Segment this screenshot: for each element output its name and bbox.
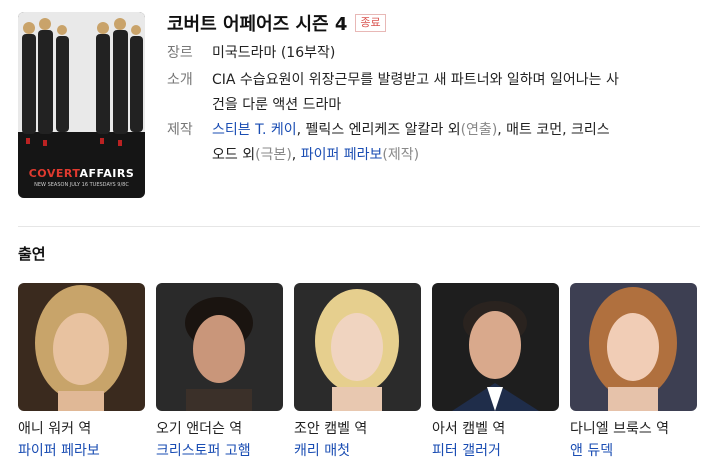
section-divider — [18, 226, 700, 227]
cast-photo — [18, 283, 145, 411]
credits-writers-cont: 오드 외 — [212, 147, 256, 163]
cast-card[interactable]: 다니엘 브룩스 역 앤 듀덱 — [570, 283, 697, 460]
cast-role: 애니 워커 역 — [18, 421, 92, 437]
cast-photo — [294, 283, 421, 411]
cast-card[interactable]: 조안 캠벨 역 캐리 매첫 — [294, 283, 421, 460]
credits-separator: , — [291, 147, 301, 163]
cast-actor-link[interactable]: 파이퍼 페라보 — [18, 440, 145, 460]
cast-section-title: 출연 — [18, 245, 46, 263]
credits-director-others: , 펠릭스 엔리케즈 알칼라 외 — [296, 122, 461, 138]
cast-actor-link[interactable]: 피터 갤러거 — [432, 440, 559, 460]
cast-photo — [432, 283, 559, 411]
cast-card[interactable]: 오기 앤더슨 역 크리스토퍼 고햄 — [156, 283, 283, 460]
credits-row: 제작 스티븐 T. 케이, 펠릭스 엔리케즈 알칼라 외(연출), 매트 코먼,… — [167, 118, 682, 168]
cast-role: 오기 앤더슨 역 — [156, 421, 243, 437]
cast-actor-link[interactable]: 앤 듀덱 — [570, 440, 697, 460]
show-poster[interactable]: COVERTAFFAIRS NEW SEASON JULY 16 TUESDAY… — [18, 12, 145, 198]
genre-label: 장르 — [167, 45, 193, 61]
poster-logo: COVERTAFFAIRS — [28, 167, 135, 180]
cast-photo — [570, 283, 697, 411]
producer-link[interactable]: 파이퍼 페라보 — [301, 147, 383, 163]
genre-row: 장르 미국드라마 (16부작) — [167, 41, 682, 66]
credits-label: 제작 — [167, 122, 193, 138]
credits-writers: , 매트 코먼, 크리스 — [497, 122, 610, 138]
cast-card[interactable]: 애니 워커 역 파이퍼 페라보 — [18, 283, 145, 460]
synopsis-row: 소개 CIA 수습요원이 위장근무를 발령받고 새 파트너와 일하며 일어나는 … — [167, 68, 682, 118]
synopsis-text: CIA 수습요원이 위장근무를 발령받고 새 파트너와 일하며 일어나는 사 건… — [212, 68, 682, 118]
credits-direction-tag: (연출) — [460, 122, 498, 138]
cast-role: 다니엘 브룩스 역 — [570, 421, 670, 437]
show-title[interactable]: 코버트 어페어즈 시즌 4 — [167, 10, 347, 36]
credits-writing-tag: (극본) — [255, 147, 292, 163]
cast-list: 애니 워커 역 파이퍼 페라보 오기 앤더슨 역 크리스토퍼 고햄 조안 캠벨 … — [18, 283, 708, 460]
cast-actor-link[interactable]: 크리스토퍼 고햄 — [156, 440, 283, 460]
synopsis-line-2: 건을 다룬 액션 드라마 — [212, 97, 342, 113]
poster-tagline: NEW SEASON JULY 16 TUESDAYS 9/8C — [34, 182, 129, 188]
cast-photo — [156, 283, 283, 411]
synopsis-line-1: CIA 수습요원이 위장근무를 발령받고 새 파트너와 일하며 일어나는 사 — [212, 72, 619, 88]
genre-value: 미국드라마 (16부작) — [212, 45, 336, 61]
synopsis-label: 소개 — [167, 72, 193, 88]
cast-card[interactable]: 아서 캠벨 역 피터 갤러거 — [432, 283, 559, 460]
status-badge: 종료 — [355, 14, 386, 32]
title-row: 코버트 어페어즈 시즌 4 종료 — [167, 10, 386, 36]
cast-role: 조안 캠벨 역 — [294, 421, 368, 437]
director-link[interactable]: 스티븐 T. 케이 — [212, 122, 297, 138]
cast-role: 아서 캠벨 역 — [432, 421, 506, 437]
credits-text: 스티븐 T. 케이, 펠릭스 엔리케즈 알칼라 외(연출), 매트 코먼, 크리… — [212, 118, 682, 168]
cast-actor-link[interactable]: 캐리 매첫 — [294, 440, 421, 460]
credits-production-tag: (제작) — [382, 147, 420, 163]
